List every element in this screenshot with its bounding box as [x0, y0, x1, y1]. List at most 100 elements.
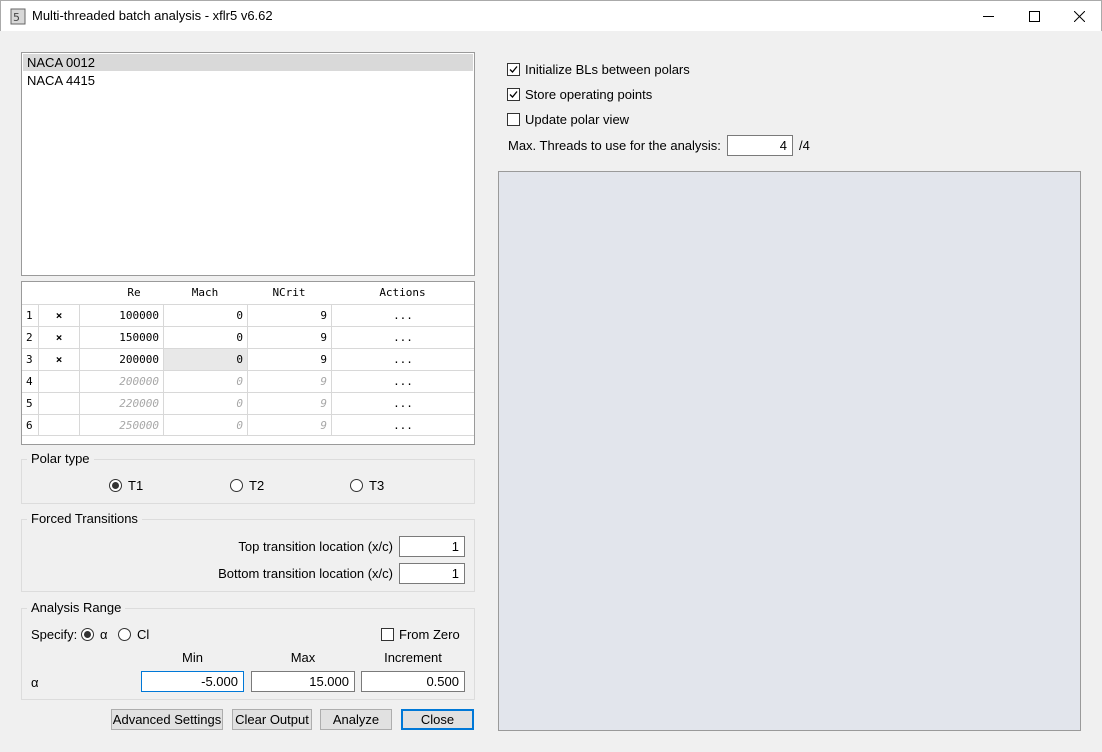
col-min-label: Min: [182, 650, 203, 665]
actions-cell[interactable]: ...: [331, 349, 474, 370]
ncrit-cell[interactable]: 9: [247, 349, 331, 370]
update-view-label[interactable]: Update polar view: [525, 112, 629, 127]
table-row[interactable]: 3 × 200000 0 9 ...: [22, 348, 474, 370]
header-ncrit: NCrit: [272, 286, 306, 299]
ncrit-cell[interactable]: 9: [247, 393, 331, 414]
app-icon: 5: [10, 8, 26, 25]
radio-alpha[interactable]: [81, 628, 94, 641]
row-number: 1: [26, 309, 33, 322]
maximize-icon: [1028, 11, 1040, 22]
ncrit-cell[interactable]: 9: [247, 327, 331, 348]
row-number: 5: [26, 397, 33, 410]
foil-list[interactable]: NACA 0012 NACA 4415: [21, 52, 475, 276]
ncrit-cell[interactable]: 9: [247, 371, 331, 392]
update-view-checkbox[interactable]: [507, 113, 520, 126]
minimize-button[interactable]: [965, 1, 1011, 32]
check-icon: [509, 91, 518, 98]
threads-label: Max. Threads to use for the analysis:: [508, 138, 721, 153]
radio-cl-label[interactable]: Cl: [137, 627, 149, 642]
analysis-range-legend: Analysis Range: [27, 600, 126, 615]
row-select-mark[interactable]: ×: [38, 305, 79, 326]
re-cell[interactable]: 250000: [79, 415, 163, 436]
row-number: 6: [26, 419, 33, 432]
radio-cl[interactable]: [118, 628, 131, 641]
row-select-mark[interactable]: ×: [38, 327, 79, 348]
from-zero-label[interactable]: From Zero: [399, 627, 460, 642]
re-cell[interactable]: 150000: [79, 327, 163, 348]
table-row[interactable]: 1 × 100000 0 9 ...: [22, 304, 474, 326]
polar-type-legend: Polar type: [27, 451, 94, 466]
init-bl-checkbox[interactable]: [507, 63, 520, 76]
radio-t3-label[interactable]: T3: [369, 478, 384, 493]
ncrit-cell[interactable]: 9: [247, 415, 331, 436]
table-row[interactable]: 4 200000 0 9 ...: [22, 370, 474, 392]
specify-label: Specify:: [31, 627, 78, 642]
row-select-mark[interactable]: [38, 371, 79, 392]
threads-input[interactable]: 4: [727, 135, 793, 156]
from-zero-checkbox[interactable]: [381, 628, 394, 641]
table-header: Re Mach NCrit Actions: [22, 282, 474, 304]
maximize-button[interactable]: [1011, 1, 1057, 32]
close-button[interactable]: Close: [401, 709, 474, 730]
radio-t1-label[interactable]: T1: [128, 478, 143, 493]
alpha-min-input[interactable]: -5.000: [141, 671, 244, 692]
init-bl-label[interactable]: Initialize BLs between polars: [525, 62, 690, 77]
store-opp-checkbox[interactable]: [507, 88, 520, 101]
foil-item[interactable]: NACA 4415: [23, 72, 473, 89]
svg-text:5: 5: [13, 11, 20, 24]
re-cell[interactable]: 100000: [79, 305, 163, 326]
radio-t1[interactable]: [109, 479, 122, 492]
actions-cell[interactable]: ...: [331, 371, 474, 392]
alpha-increment-input[interactable]: 0.500: [361, 671, 465, 692]
actions-cell[interactable]: ...: [331, 305, 474, 326]
window-title: Multi-threaded batch analysis - xflr5 v6…: [32, 8, 273, 23]
mach-cell[interactable]: 0: [163, 371, 247, 392]
actions-cell[interactable]: ...: [331, 393, 474, 414]
alpha-max-input[interactable]: 15.000: [251, 671, 355, 692]
forced-transitions-legend: Forced Transitions: [27, 511, 142, 526]
col-max-label: Max: [290, 650, 316, 665]
mach-cell[interactable]: 0: [163, 415, 247, 436]
top-transition-input[interactable]: 1: [399, 536, 465, 557]
mach-cell[interactable]: 0: [163, 305, 247, 326]
check-icon: [509, 66, 518, 73]
mach-cell[interactable]: 0: [163, 327, 247, 348]
foil-item[interactable]: NACA 0012: [23, 54, 473, 71]
radio-alpha-label[interactable]: α: [100, 627, 108, 642]
re-cell[interactable]: 200000: [79, 349, 163, 370]
mach-cell[interactable]: 0: [163, 349, 247, 370]
top-transition-label: Top transition location (x/c): [238, 539, 393, 554]
minimize-icon: [982, 16, 994, 17]
mach-cell[interactable]: 0: [163, 393, 247, 414]
table-row[interactable]: 2 × 150000 0 9 ...: [22, 326, 474, 348]
actions-cell[interactable]: ...: [331, 327, 474, 348]
radio-t2-label[interactable]: T2: [249, 478, 264, 493]
alpha-row-label: α: [31, 675, 39, 690]
clear-output-button[interactable]: Clear Output: [232, 709, 312, 730]
title-bar: 5 Multi-threaded batch analysis - xflr5 …: [0, 0, 1102, 31]
radio-t2[interactable]: [230, 479, 243, 492]
table-row[interactable]: 5 220000 0 9 ...: [22, 392, 474, 414]
row-select-mark[interactable]: ×: [38, 349, 79, 370]
re-cell[interactable]: 220000: [79, 393, 163, 414]
col-increment-label: Increment: [384, 650, 442, 665]
reynolds-table: Re Mach NCrit Actions 1 × 100000 0 9 ...…: [21, 281, 475, 445]
close-icon: [1073, 11, 1085, 22]
row-number: 3: [26, 353, 33, 366]
ncrit-cell[interactable]: 9: [247, 305, 331, 326]
row-select-mark[interactable]: [38, 393, 79, 414]
radio-t3[interactable]: [350, 479, 363, 492]
store-opp-label[interactable]: Store operating points: [525, 87, 652, 102]
advanced-settings-button[interactable]: Advanced Settings: [111, 709, 223, 730]
bottom-transition-input[interactable]: 1: [399, 563, 465, 584]
output-area[interactable]: [498, 171, 1081, 731]
header-actions: Actions: [379, 286, 426, 299]
row-number: 2: [26, 331, 33, 344]
actions-cell[interactable]: ...: [331, 415, 474, 436]
re-cell[interactable]: 200000: [79, 371, 163, 392]
header-mach: Mach: [191, 286, 219, 299]
analyze-button[interactable]: Analyze: [320, 709, 392, 730]
close-window-button[interactable]: [1056, 1, 1102, 32]
table-row[interactable]: 6 250000 0 9 ...: [22, 414, 474, 436]
row-select-mark[interactable]: [38, 415, 79, 436]
